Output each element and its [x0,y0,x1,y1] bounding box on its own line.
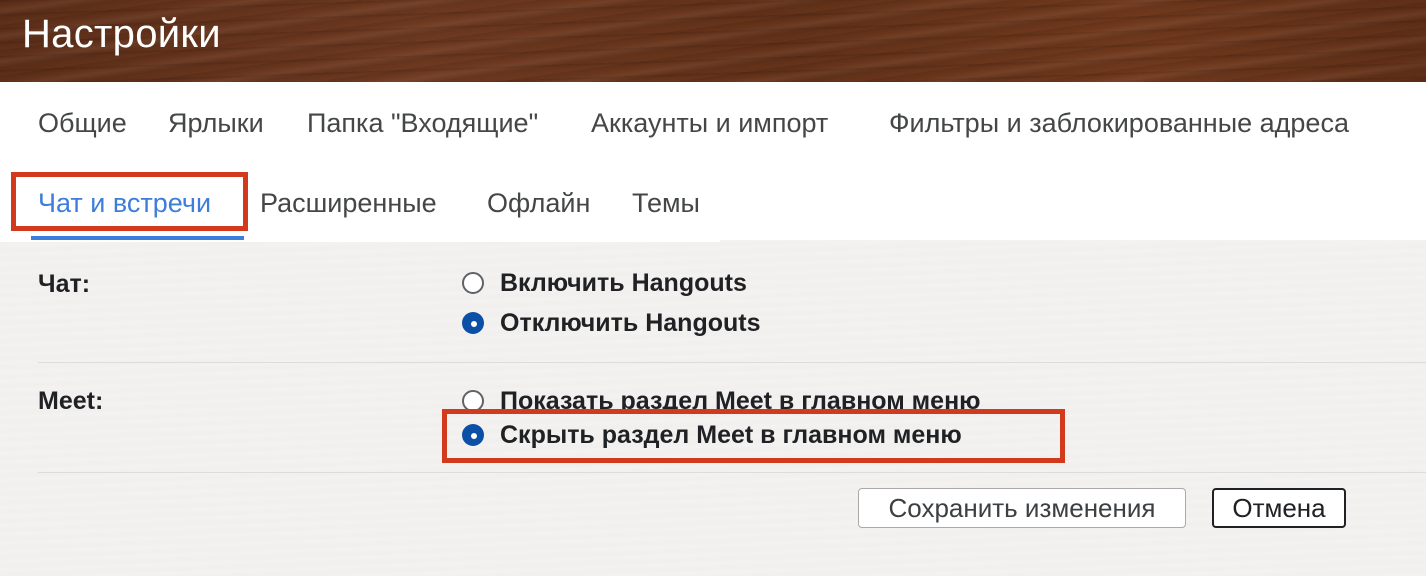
enable-hangouts-label: Включить Hangouts [500,268,747,297]
tab-highlight-annotation [11,172,248,231]
enable-hangouts-radio[interactable] [462,272,484,294]
option-highlight-annotation [442,409,1065,463]
tab-filters-blocked[interactable]: Фильтры и заблокированные адреса [889,108,1349,139]
save-changes-button[interactable]: Сохранить изменения [858,488,1186,528]
tab-labels[interactable]: Ярлыки [168,108,264,139]
cancel-button[interactable]: Отмена [1212,488,1346,528]
disable-hangouts-radio[interactable] [462,312,484,334]
chat-option-disable[interactable]: Отключить Hangouts [462,308,761,338]
section-divider [38,362,1426,363]
disable-hangouts-label: Отключить Hangouts [500,308,761,337]
tab-advanced[interactable]: Расширенные [260,188,437,219]
active-tab-indicator [31,236,244,240]
chat-option-enable[interactable]: Включить Hangouts [462,268,747,298]
tab-general[interactable]: Общие [38,108,127,139]
tab-themes[interactable]: Темы [632,188,700,219]
page-title: Настройки [22,12,221,56]
tab-offline[interactable]: Офлайн [487,188,590,219]
settings-header: Настройки [0,0,1426,82]
tab-inbox[interactable]: Папка "Входящие" [307,108,538,139]
tab-accounts-import[interactable]: Аккаунты и импорт [591,108,828,139]
chat-setting-label: Чат: [38,270,91,298]
section-divider [38,472,1426,473]
meet-setting-label: Meet: [38,387,104,415]
